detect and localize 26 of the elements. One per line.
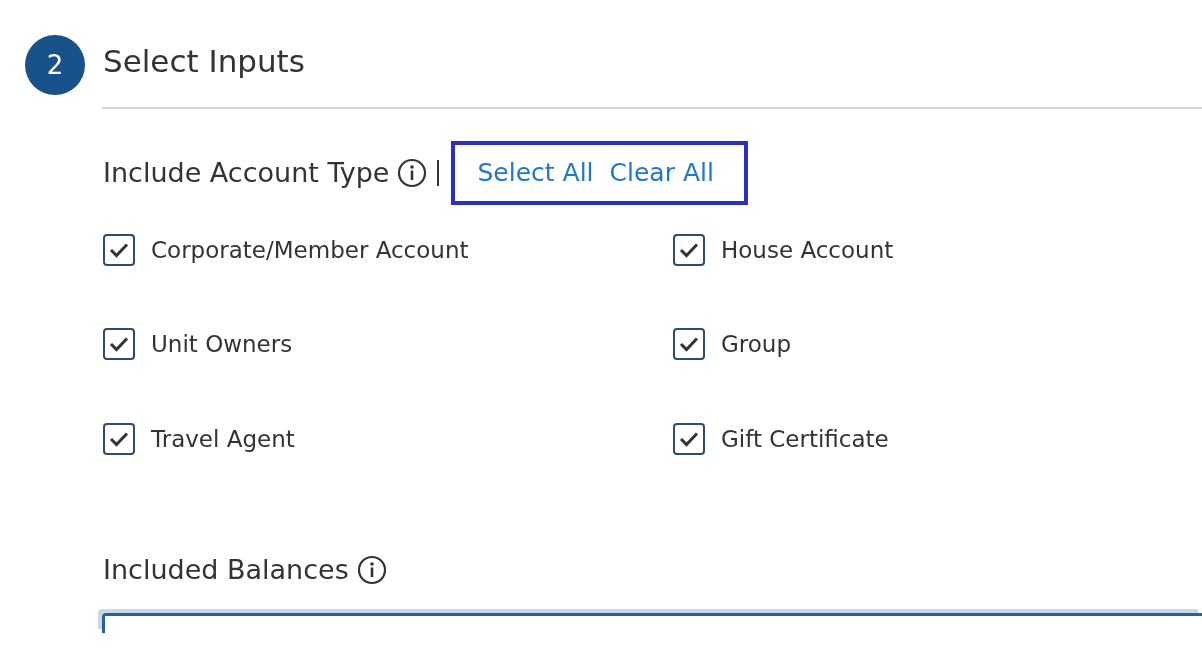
checkbox[interactable] bbox=[103, 422, 135, 455]
option-label: House Account bbox=[721, 235, 894, 265]
checkbox[interactable] bbox=[103, 233, 135, 266]
option-label: Gift Certificate bbox=[721, 424, 889, 454]
check-icon bbox=[109, 336, 129, 353]
option-label: Travel Agent bbox=[151, 424, 295, 454]
text-link[interactable]: Select All bbox=[477, 154, 594, 192]
check-icon bbox=[109, 430, 129, 447]
info-icon[interactable] bbox=[356, 555, 387, 586]
check-icon bbox=[679, 241, 699, 258]
field-label: Include Account Type bbox=[103, 155, 390, 190]
check-icon bbox=[109, 241, 129, 258]
checkbox[interactable] bbox=[673, 328, 705, 361]
option-label: Corporate/Member Account bbox=[151, 235, 469, 265]
field-label: Included Balances bbox=[103, 553, 349, 587]
checkbox[interactable] bbox=[673, 233, 705, 266]
text-link[interactable]: Clear All bbox=[609, 154, 714, 192]
info-icon[interactable] bbox=[397, 157, 428, 188]
check-icon bbox=[679, 430, 699, 447]
check-icon bbox=[679, 336, 699, 353]
option-label: Unit Owners bbox=[151, 330, 293, 359]
option-label: Group bbox=[721, 330, 792, 359]
checkbox[interactable] bbox=[673, 422, 705, 455]
checkbox[interactable] bbox=[103, 328, 135, 361]
section-title: Select Inputs bbox=[103, 43, 305, 81]
step-number: 2 bbox=[25, 35, 85, 95]
